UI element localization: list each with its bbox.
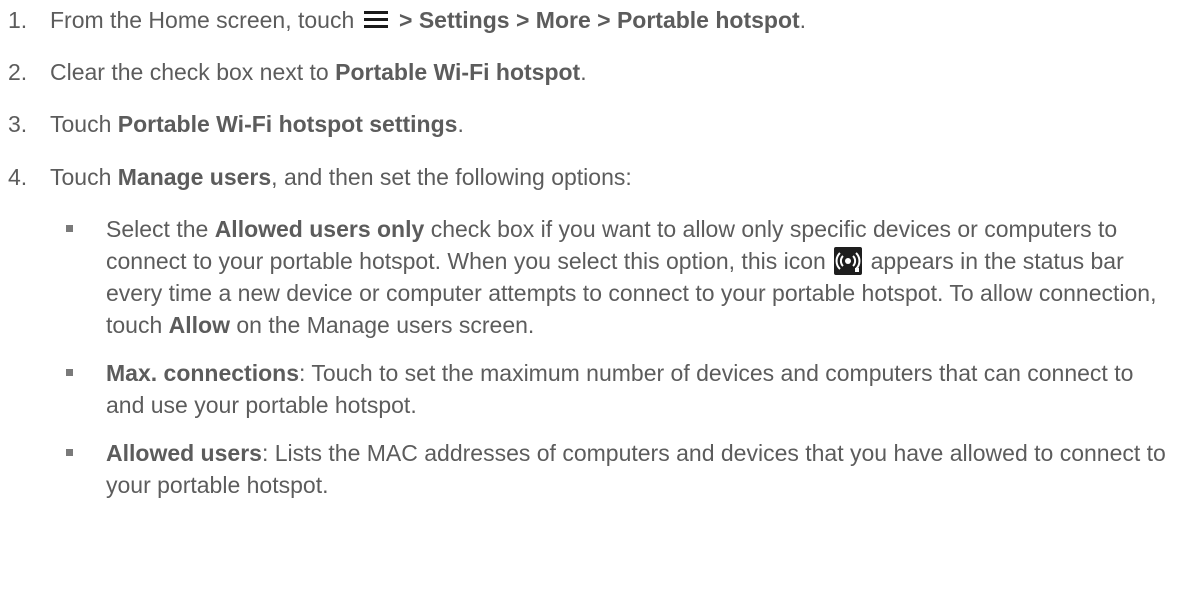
step-2: 2. Clear the check box next to Portable W… bbox=[8, 56, 1168, 88]
step-bold: Manage users bbox=[117, 164, 272, 190]
step-1: 1. From the Home screen, touch > Settings… bbox=[8, 4, 1168, 36]
document-page: 1. From the Home screen, touch > Settings… bbox=[0, 0, 1188, 607]
bullet-icon bbox=[66, 369, 73, 376]
step-punct: . bbox=[580, 59, 587, 85]
step-text: Touch bbox=[50, 164, 112, 190]
option-text: Select the bbox=[106, 216, 209, 242]
settings-path: > Settings > More > Portable hotspot bbox=[399, 7, 800, 33]
step-number: 1. bbox=[8, 7, 28, 33]
step-punct: . bbox=[457, 111, 464, 137]
step-4: 4. Touch Manage users, and then set the f… bbox=[8, 161, 1168, 193]
option-bold: Allow bbox=[168, 312, 230, 338]
list-item: Max. connections: Touch to set the maxim… bbox=[62, 357, 1172, 421]
step-punct: , and then set the following options: bbox=[271, 164, 632, 190]
option-text: : Lists the MAC addresses of computers a… bbox=[106, 440, 1166, 498]
step-bold: Portable Wi-Fi hotspot bbox=[335, 59, 581, 85]
step-text: Clear the check box next to bbox=[50, 59, 329, 85]
list-item: Allowed users: Lists the MAC addresses o… bbox=[62, 437, 1172, 501]
hotspot-icon bbox=[834, 247, 863, 275]
step-text: From the Home screen, touch bbox=[50, 7, 355, 33]
option-bold: Allowed users only bbox=[214, 216, 425, 242]
step-3: 3. Touch Portable Wi-Fi hotspot settings. bbox=[8, 108, 1168, 140]
step-punct: . bbox=[799, 7, 807, 33]
bullet-icon bbox=[66, 225, 73, 232]
step-number: 3. bbox=[8, 111, 28, 137]
option-bold: Max. connections bbox=[106, 360, 299, 386]
step-text: Touch bbox=[50, 111, 112, 137]
options-list: Select the Allowed users only check box … bbox=[62, 213, 1172, 517]
bullet-icon bbox=[66, 449, 73, 456]
step-number: 4. bbox=[8, 164, 28, 190]
option-text: on the Manage users screen. bbox=[236, 312, 535, 338]
step-number: 2. bbox=[8, 59, 28, 85]
option-bold: Allowed users bbox=[106, 440, 262, 466]
list-item: Select the Allowed users only check box … bbox=[62, 213, 1172, 341]
menu-icon bbox=[363, 6, 389, 28]
step-bold: Portable Wi-Fi hotspot settings bbox=[117, 111, 458, 137]
